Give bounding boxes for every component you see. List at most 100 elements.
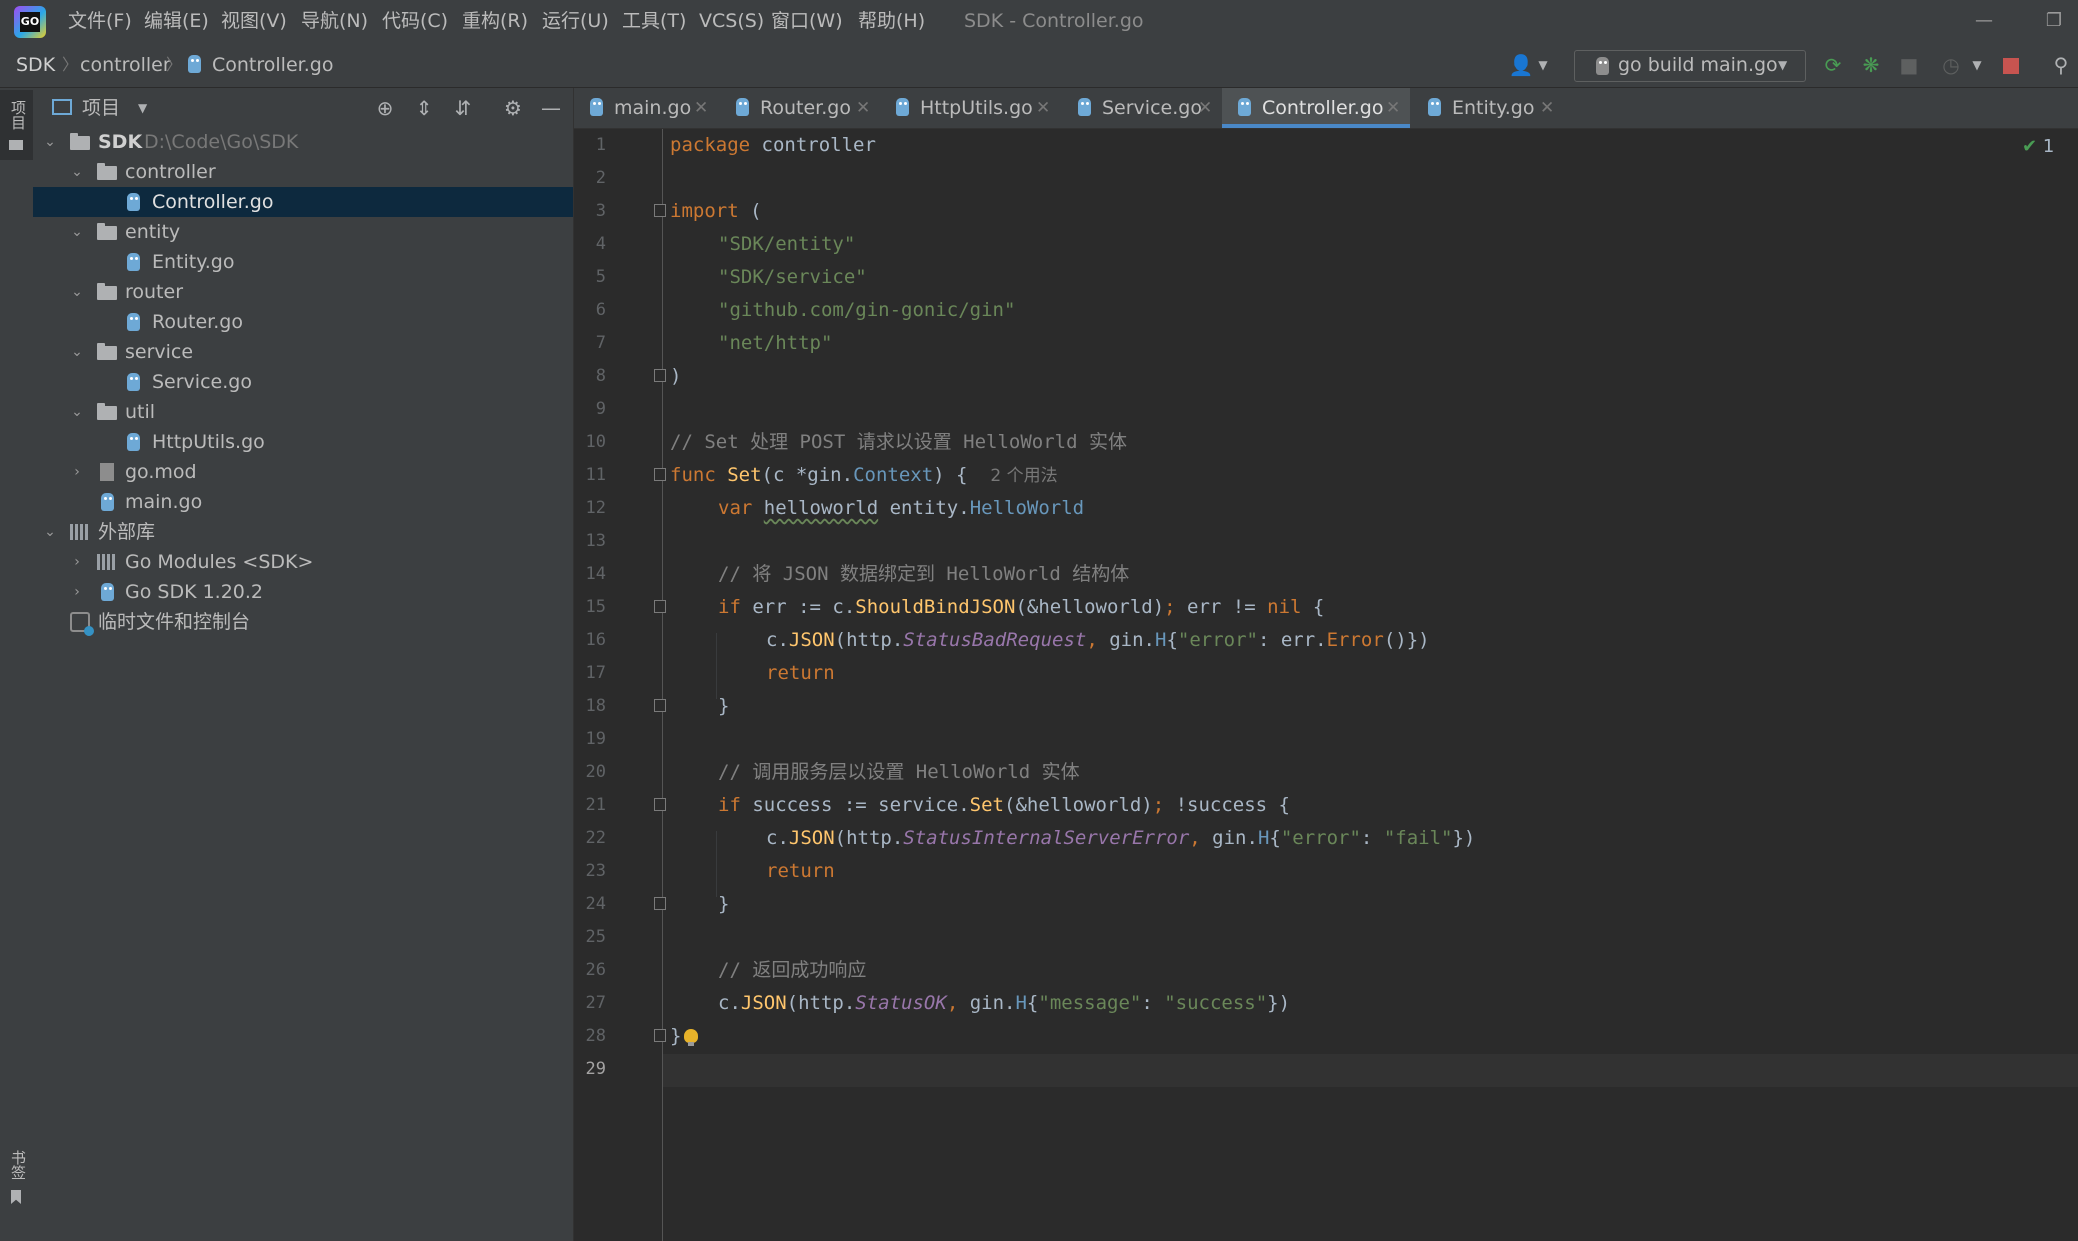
expand-all-icon[interactable]: ⇕: [411, 95, 437, 121]
menu-vcs[interactable]: VCS(S): [697, 8, 766, 34]
menu-window[interactable]: 窗口(W): [769, 8, 845, 34]
breadcrumb-file[interactable]: Controller.go: [212, 52, 333, 78]
minimize-icon[interactable]: —: [1970, 8, 1998, 34]
fold-marker-icon[interactable]: [654, 897, 666, 910]
close-icon[interactable]: ✕: [1036, 95, 1050, 121]
fold-marker-icon[interactable]: [654, 204, 666, 217]
chevron-right-icon[interactable]: ›: [69, 547, 85, 577]
chevron-right-icon[interactable]: ›: [69, 457, 85, 487]
lightbulb-icon[interactable]: [684, 1029, 698, 1046]
go-file-icon: [127, 193, 140, 211]
menu-file[interactable]: 文件(F): [66, 8, 134, 34]
menu-tools[interactable]: 工具(T): [620, 8, 688, 34]
restore-window-icon[interactable]: ❐: [2040, 8, 2068, 34]
line-number: 17: [585, 663, 606, 683]
coverage-icon[interactable]: ■: [1896, 52, 1922, 78]
tree-item-entity-go[interactable]: [33, 247, 573, 277]
usage-hint: 2 个用法: [990, 466, 1058, 486]
tree-item-httputils-go[interactable]: [33, 427, 573, 457]
line-number: 19: [585, 729, 606, 749]
tree-item-label: HttpUtils.go: [152, 431, 265, 453]
indent-guide: [716, 633, 717, 699]
breadcrumb-folder[interactable]: controller: [80, 52, 171, 78]
folder-icon: [9, 140, 23, 150]
check-icon: ✔: [2022, 136, 2038, 157]
tree-item-main-go[interactable]: [33, 487, 573, 517]
menu-edit[interactable]: 编辑(E): [142, 8, 211, 34]
go-file-icon: [127, 433, 140, 451]
tab-label: HttpUtils.go: [920, 97, 1033, 119]
project-panel-title[interactable]: 项目: [82, 95, 120, 121]
bookmarks-tool-label[interactable]: 书签: [8, 1150, 29, 1180]
fold-marker-icon[interactable]: [654, 1029, 666, 1042]
line-number: 25: [585, 927, 606, 947]
chevron-down-icon[interactable]: ⌄: [69, 217, 85, 247]
close-icon[interactable]: ✕: [1540, 95, 1554, 121]
breadcrumb-project[interactable]: SDK: [16, 52, 55, 78]
menu-run[interactable]: 运行(U): [540, 8, 611, 34]
line-number: 3: [595, 201, 606, 221]
code-line: if success := service.Set(&helloworld); …: [718, 794, 1291, 816]
fold-marker-icon[interactable]: [654, 369, 666, 382]
tree-item-path: D:\Code\Go\SDK: [144, 131, 299, 153]
menu-refactor[interactable]: 重构(R): [460, 8, 530, 34]
go-file-icon: [590, 98, 603, 116]
tree-item-controller-go[interactable]: [33, 187, 573, 217]
folder-icon: [97, 163, 117, 180]
fold-marker-icon[interactable]: [654, 699, 666, 712]
stop-icon[interactable]: [2003, 58, 2019, 74]
chevron-down-icon[interactable]: ▼: [1530, 52, 1556, 78]
folder-icon: [97, 343, 117, 360]
gear-icon[interactable]: ⚙: [500, 95, 526, 121]
inspection-widget[interactable]: ✔ 1: [2022, 134, 2054, 160]
code-line: c.JSON(http.StatusBadRequest, gin.H{"err…: [766, 629, 1430, 651]
chevron-down-icon[interactable]: ▼: [138, 95, 147, 121]
run-config-label: go build main.go: [1618, 54, 1778, 76]
tree-item-go-mod[interactable]: [33, 457, 573, 487]
line-number: 16: [585, 630, 606, 650]
line-number: 21: [585, 795, 606, 815]
locate-file-icon[interactable]: ⊕: [372, 95, 398, 121]
goland-logo-icon[interactable]: GO: [14, 6, 46, 38]
menu-code[interactable]: 代码(C): [380, 8, 450, 34]
profile-icon[interactable]: ◷: [1938, 52, 1964, 78]
code-comment: // 返回成功响应: [718, 959, 867, 981]
tree-item-label: Router.go: [152, 311, 243, 333]
close-icon[interactable]: ✕: [1386, 95, 1400, 121]
tree-item-go-sdk[interactable]: [33, 577, 573, 607]
folder-icon: [97, 283, 117, 300]
code-line: ): [670, 365, 682, 387]
fold-marker-icon[interactable]: [654, 798, 666, 811]
menu-help[interactable]: 帮助(H): [856, 8, 927, 34]
collapse-all-icon[interactable]: ⇵: [450, 95, 476, 121]
tree-item-service-go[interactable]: [33, 367, 573, 397]
menu-navigate[interactable]: 导航(N): [299, 8, 370, 34]
code-comment: // Set 处理 POST 请求以设置 HelloWorld 实体: [670, 431, 1127, 453]
go-file-icon: [896, 98, 909, 116]
close-icon[interactable]: ✕: [1198, 95, 1212, 121]
chevron-down-icon[interactable]: ▼: [1964, 52, 1990, 78]
chevron-down-icon[interactable]: ⌄: [42, 517, 58, 547]
tree-item-router-go[interactable]: [33, 307, 573, 337]
menu-view[interactable]: 视图(V): [219, 8, 289, 34]
chevron-right-icon[interactable]: ›: [69, 577, 85, 607]
go-file-icon: [1428, 98, 1441, 116]
line-number: 6: [595, 300, 606, 320]
search-icon[interactable]: ⚲: [2048, 52, 2074, 78]
folder-icon: [97, 223, 117, 240]
tree-item-label: router: [125, 281, 184, 303]
chevron-down-icon[interactable]: ⌄: [69, 397, 85, 427]
rerun-icon[interactable]: ⟳: [1820, 52, 1846, 78]
code-line: "SDK/entity": [718, 233, 856, 255]
chevron-down-icon[interactable]: ⌄: [69, 277, 85, 307]
hide-panel-icon[interactable]: —: [538, 95, 564, 121]
chevron-down-icon[interactable]: ⌄: [69, 337, 85, 367]
close-icon[interactable]: ✕: [694, 95, 708, 121]
debug-icon[interactable]: ❋: [1858, 52, 1884, 78]
fold-marker-icon[interactable]: [654, 600, 666, 613]
chevron-down-icon[interactable]: ⌄: [69, 157, 85, 187]
close-icon[interactable]: ✕: [856, 95, 870, 121]
code-line: "github.com/gin-gonic/gin": [718, 299, 1016, 321]
chevron-down-icon[interactable]: ⌄: [42, 127, 58, 157]
fold-marker-icon[interactable]: [654, 468, 666, 481]
